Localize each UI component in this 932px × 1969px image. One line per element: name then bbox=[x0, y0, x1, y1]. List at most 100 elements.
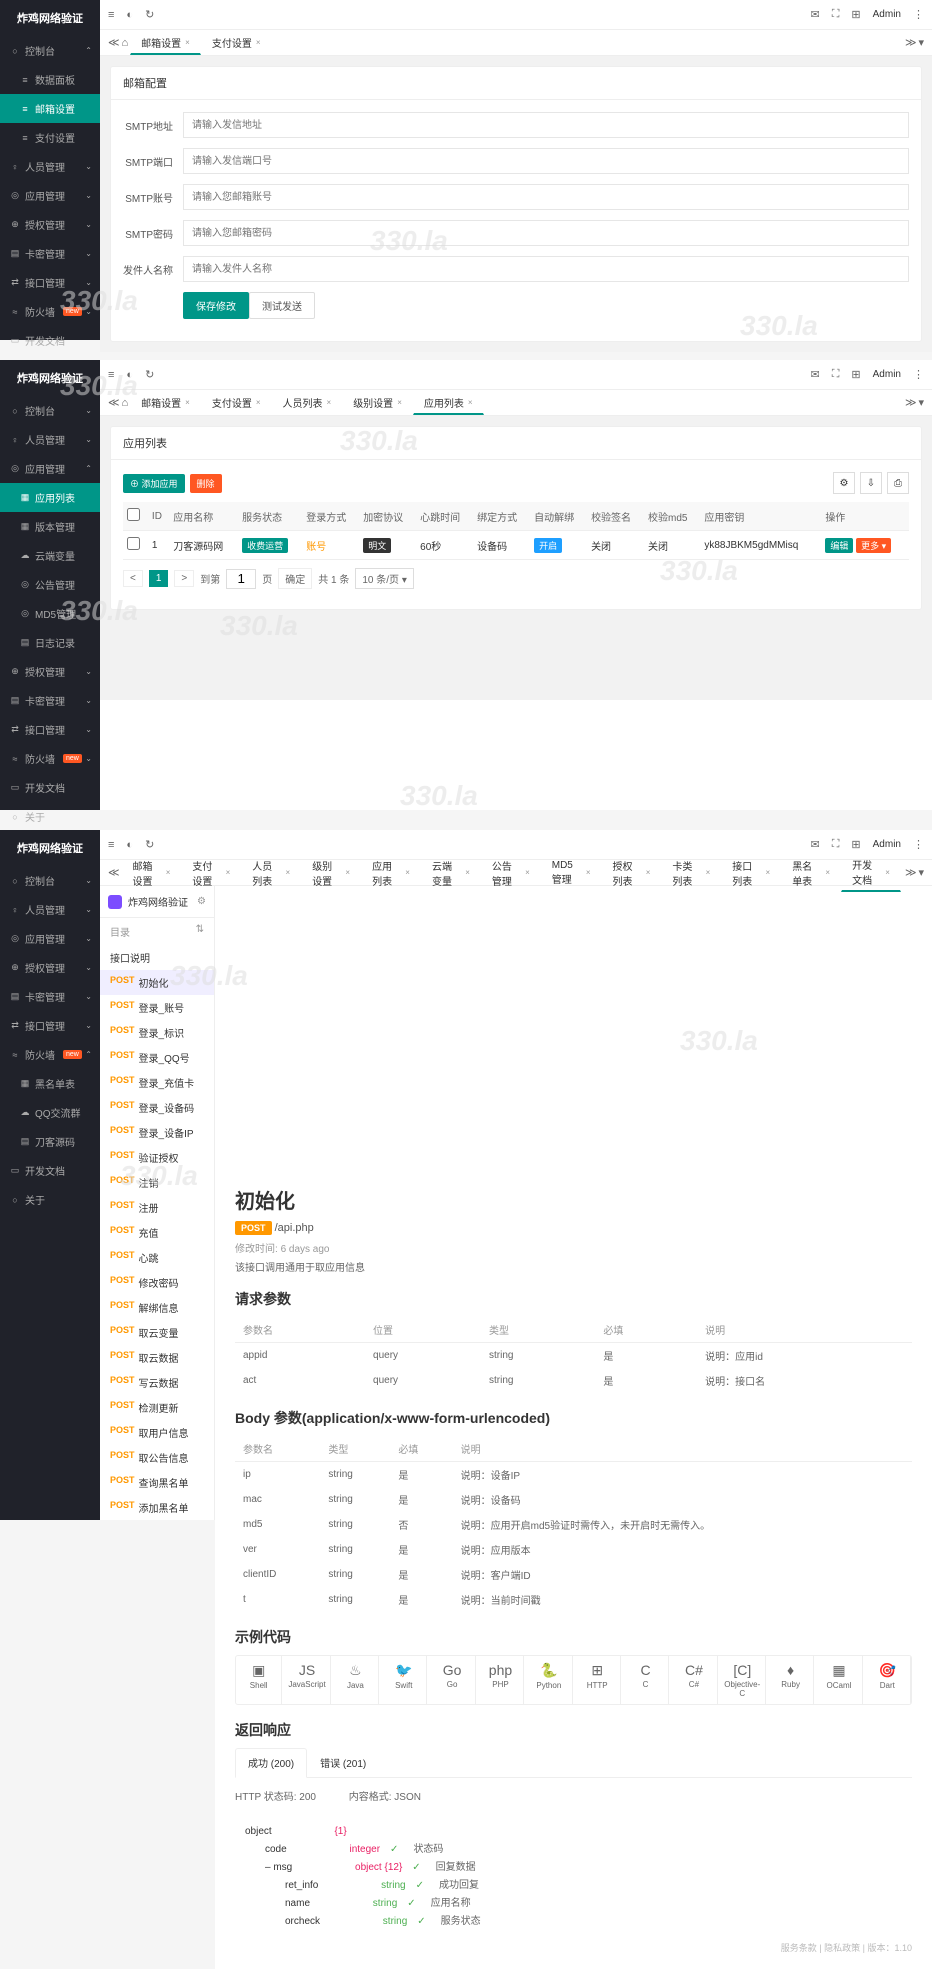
doc-nav-登录_设备码[interactable]: POST登录_设备码 bbox=[100, 1095, 214, 1120]
sidebar-item-邮箱设置[interactable]: ≡邮箱设置 bbox=[0, 94, 100, 123]
sidebar-item-版本管理[interactable]: ▦版本管理 bbox=[0, 512, 100, 541]
msg-icon[interactable]: ✉ bbox=[811, 838, 820, 851]
doc-nav-登录_账号[interactable]: POST登录_账号 bbox=[100, 995, 214, 1020]
doc-nav-取公告信息[interactable]: POST取公告信息 bbox=[100, 1445, 214, 1470]
SMTP地址-input[interactable] bbox=[183, 112, 909, 138]
tab-邮箱设置[interactable]: 邮箱设置× bbox=[130, 391, 201, 415]
sidebar-item-日志记录[interactable]: ▤日志记录 bbox=[0, 628, 100, 657]
refresh-icon[interactable]: ↻ bbox=[145, 838, 154, 851]
close-icon[interactable]: × bbox=[465, 868, 470, 877]
tabs-prev-icon[interactable]: ≪ bbox=[108, 36, 120, 49]
sidebar-item-接口管理[interactable]: ⇄接口管理 bbox=[0, 268, 100, 297]
close-icon[interactable]: × bbox=[468, 398, 473, 407]
close-icon[interactable]: × bbox=[405, 868, 410, 877]
sidebar-item-刀客源码[interactable]: ▤刀客源码 bbox=[0, 1127, 100, 1156]
doc-nav-注销[interactable]: POST注销 bbox=[100, 1170, 214, 1195]
sidebar-item-防火墙[interactable]: ≈防火墙new bbox=[0, 1040, 100, 1069]
lang-Shell[interactable]: ▣Shell bbox=[236, 1656, 282, 1704]
doc-nav-添加黑名单[interactable]: POST添加黑名单 bbox=[100, 1495, 214, 1520]
menu-icon[interactable]: ≡ bbox=[108, 839, 114, 851]
sidebar-item-黑名单表[interactable]: ▦黑名单表 bbox=[0, 1069, 100, 1098]
lang-JavaScript[interactable]: JSJavaScript bbox=[284, 1656, 330, 1704]
sidebar-item-云端变量[interactable]: ☁云端变量 bbox=[0, 541, 100, 570]
sidebar-item-QQ交流群[interactable]: ☁QQ交流群 bbox=[0, 1098, 100, 1127]
tabs-down-icon[interactable]: ▾ bbox=[918, 396, 924, 409]
lang-Go[interactable]: GoGo bbox=[429, 1656, 475, 1704]
tab-黑名单表[interactable]: 黑名单表× bbox=[781, 853, 841, 892]
lang-Dart[interactable]: 🎯Dart bbox=[865, 1656, 911, 1704]
tab-应用列表[interactable]: 应用列表× bbox=[413, 391, 484, 415]
close-icon[interactable]: × bbox=[345, 868, 350, 877]
sidebar-item-防火墙[interactable]: ≈防火墙new bbox=[0, 744, 100, 773]
sidebar-item-接口管理[interactable]: ⇄接口管理 bbox=[0, 715, 100, 744]
发件人名称-input[interactable] bbox=[183, 256, 909, 282]
sidebar-item-开发文档[interactable]: ▭开发文档 bbox=[0, 773, 100, 802]
admin-label[interactable]: Admin bbox=[873, 839, 901, 850]
close-icon[interactable]: × bbox=[226, 868, 231, 877]
tab-级别设置[interactable]: 级别设置× bbox=[342, 391, 413, 415]
sidebar-item-人员管理[interactable]: ♀人员管理 bbox=[0, 152, 100, 181]
print-icon[interactable]: ⎙ bbox=[887, 472, 909, 494]
tab-接口列表[interactable]: 接口列表× bbox=[721, 853, 781, 892]
sidebar-item-控制台[interactable]: ○控制台 bbox=[0, 36, 100, 65]
more-icon[interactable]: ⋮ bbox=[913, 838, 924, 851]
close-icon[interactable]: × bbox=[586, 868, 591, 877]
close-icon[interactable]: × bbox=[525, 868, 530, 877]
tab-支付设置[interactable]: 支付设置× bbox=[201, 391, 272, 415]
tabs-next-icon[interactable]: ≫ bbox=[905, 396, 917, 409]
lang-Java[interactable]: ♨Java bbox=[333, 1656, 379, 1704]
test-button[interactable]: 测试发送 bbox=[249, 292, 315, 319]
doc-nav-登录_QQ号[interactable]: POST登录_QQ号 bbox=[100, 1045, 214, 1070]
sidebar-item-授权管理[interactable]: ⊕授权管理 bbox=[0, 953, 100, 982]
close-icon[interactable]: × bbox=[646, 868, 651, 877]
page-prev[interactable]: < bbox=[123, 570, 143, 587]
SMTP密码-input[interactable] bbox=[183, 220, 909, 246]
doc-nav-修改密码[interactable]: POST修改密码 bbox=[100, 1270, 214, 1295]
doc-nav-心跳[interactable]: POST心跳 bbox=[100, 1245, 214, 1270]
sidebar-item-支付设置[interactable]: ≡支付设置 bbox=[0, 123, 100, 152]
page-next[interactable]: > bbox=[174, 570, 194, 587]
sidebar-item-人员管理[interactable]: ♀人员管理 bbox=[0, 425, 100, 454]
lang-Swift[interactable]: 🐦Swift bbox=[381, 1656, 427, 1704]
close-icon[interactable]: × bbox=[327, 398, 332, 407]
sidebar-item-数据面板[interactable]: ≡数据面板 bbox=[0, 65, 100, 94]
admin-label[interactable]: Admin bbox=[873, 9, 901, 20]
lang-Python[interactable]: 🐍Python bbox=[526, 1656, 572, 1704]
more-icon[interactable]: ⋮ bbox=[913, 8, 924, 21]
lang-C[interactable]: CC bbox=[623, 1656, 669, 1704]
lang-HTTP[interactable]: ⊞HTTP bbox=[575, 1656, 621, 1704]
sidebar-item-应用管理[interactable]: ◎应用管理 bbox=[0, 924, 100, 953]
delete-button[interactable]: 删除 bbox=[190, 474, 222, 493]
sidebar-item-卡密管理[interactable]: ▤卡密管理 bbox=[0, 686, 100, 715]
sidebar-item-应用管理[interactable]: ◎应用管理 bbox=[0, 181, 100, 210]
expand-icon[interactable]: ⛶ bbox=[832, 838, 840, 851]
doc-nav-取云变量[interactable]: POST取云变量 bbox=[100, 1320, 214, 1345]
select-all-checkbox[interactable] bbox=[127, 508, 140, 521]
close-icon[interactable]: × bbox=[185, 398, 190, 407]
lang-Ruby[interactable]: ♦Ruby bbox=[768, 1656, 814, 1704]
doc-nav-查询黑名单[interactable]: POST查询黑名单 bbox=[100, 1470, 214, 1495]
close-icon[interactable]: × bbox=[397, 398, 402, 407]
SMTP端口-input[interactable] bbox=[183, 148, 909, 174]
sidebar-item-防火墙[interactable]: ≈防火墙new bbox=[0, 297, 100, 326]
tabs-next-icon[interactable]: ≫ bbox=[905, 36, 917, 49]
doc-nav-充值[interactable]: POST充值 bbox=[100, 1220, 214, 1245]
tabs-prev-icon[interactable]: ≪ bbox=[108, 866, 120, 879]
more-icon[interactable]: ⋮ bbox=[913, 368, 924, 381]
refresh-icon[interactable]: ↻ bbox=[145, 368, 154, 381]
doc-nav-初始化[interactable]: POST初始化 bbox=[100, 970, 214, 995]
search-icon[interactable]: ⚙ bbox=[197, 896, 206, 907]
home-icon[interactable]: ⌂ bbox=[122, 37, 129, 49]
save-button[interactable]: 保存修改 bbox=[183, 292, 249, 319]
tab-云端变量[interactable]: 云端变量× bbox=[421, 853, 481, 892]
sidebar-item-控制台[interactable]: ○控制台 bbox=[0, 866, 100, 895]
tab-授权列表[interactable]: 授权列表× bbox=[602, 853, 662, 892]
doc-nav-登录_充值卡[interactable]: POST登录_充值卡 bbox=[100, 1070, 214, 1095]
sidebar-item-接口管理[interactable]: ⇄接口管理 bbox=[0, 1011, 100, 1040]
tab-应用列表[interactable]: 应用列表× bbox=[361, 853, 421, 892]
sidebar-item-卡密管理[interactable]: ▤卡密管理 bbox=[0, 982, 100, 1011]
doc-nav-解绑信息[interactable]: POST解绑信息 bbox=[100, 1295, 214, 1320]
sidebar-item-应用管理[interactable]: ◎应用管理 bbox=[0, 454, 100, 483]
close-icon[interactable]: × bbox=[166, 868, 171, 877]
sidebar-item-关于[interactable]: ○关于 bbox=[0, 1185, 100, 1214]
